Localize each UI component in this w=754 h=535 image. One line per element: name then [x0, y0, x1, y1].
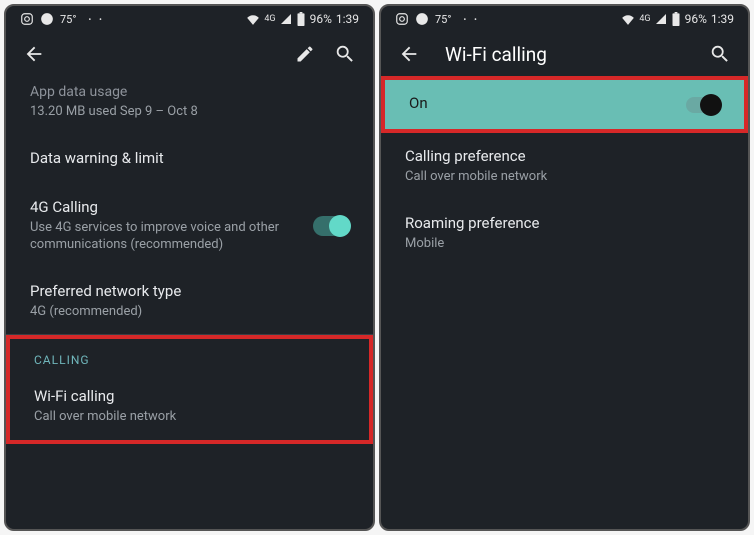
network-label: 4G	[264, 14, 275, 24]
battery-icon	[296, 12, 306, 26]
item-subtitle: Mobile	[405, 235, 724, 253]
item-subtitle: Call over mobile network	[405, 168, 724, 186]
wifi-icon	[621, 13, 635, 25]
4g-calling-item[interactable]: 4G Calling Use 4G services to improve vo…	[6, 184, 373, 268]
messenger-icon	[40, 12, 54, 26]
wifi-icon	[246, 13, 260, 25]
app-icon	[20, 12, 34, 26]
notification-dots: • •	[463, 15, 479, 24]
calling-preference-item[interactable]: Calling preference Call over mobile netw…	[381, 133, 748, 200]
notification-dots: • •	[88, 15, 104, 24]
item-title: Calling preference	[405, 147, 724, 165]
section-header-calling: CALLING	[10, 339, 369, 373]
item-title: App data usage	[30, 84, 349, 100]
search-icon[interactable]	[708, 42, 732, 66]
settings-list: App data usage 13.20 MB used Sep 9 – Oct…	[6, 76, 373, 529]
network-label: 4G	[639, 14, 650, 24]
item-title: 4G Calling	[30, 198, 313, 216]
item-title: Data warning & limit	[30, 149, 349, 167]
battery-icon	[671, 12, 681, 26]
item-subtitle: Use 4G services to improve voice and oth…	[30, 219, 313, 254]
toolbar: Wi-Fi calling	[381, 30, 748, 76]
clock: 1:39	[711, 12, 734, 26]
screenshot-left: 75° • • 4G 96% 1:39	[4, 4, 375, 531]
edit-icon[interactable]	[293, 42, 317, 66]
status-bar: 75° • • 4G 96% 1:39	[381, 6, 748, 30]
status-bar: 75° • • 4G 96% 1:39	[6, 6, 373, 30]
toolbar	[6, 30, 373, 76]
search-icon[interactable]	[333, 42, 357, 66]
item-title: Wi-Fi calling	[34, 387, 345, 405]
item-subtitle: 4G (recommended)	[30, 303, 349, 321]
network-type-item[interactable]: Preferred network type 4G (recommended)	[6, 268, 373, 335]
toggle-switch[interactable]	[313, 216, 349, 236]
wifi-calling-item[interactable]: Wi-Fi calling Call over mobile network	[10, 373, 369, 440]
temperature: 75°	[435, 13, 451, 26]
data-warning-item[interactable]: Data warning & limit	[6, 135, 373, 184]
highlight-box: On	[381, 76, 748, 133]
back-icon[interactable]	[397, 42, 421, 66]
item-subtitle: 13.20 MB used Sep 9 – Oct 8	[30, 103, 349, 121]
back-icon[interactable]	[22, 42, 46, 66]
item-title: On	[409, 94, 686, 112]
toggle-switch[interactable]	[686, 97, 720, 113]
wifi-calling-toggle-item[interactable]: On	[385, 80, 744, 129]
temperature: 75°	[60, 13, 76, 26]
item-title: Preferred network type	[30, 282, 349, 300]
item-subtitle: Call over mobile network	[34, 408, 345, 426]
messenger-icon	[415, 12, 429, 26]
roaming-preference-item[interactable]: Roaming preference Mobile	[381, 200, 748, 267]
data-usage-item[interactable]: App data usage 13.20 MB used Sep 9 – Oct…	[6, 76, 373, 135]
signal-icon	[655, 13, 667, 25]
clock: 1:39	[336, 12, 359, 26]
screenshot-right: 75° • • 4G 96% 1:39 Wi-Fi calling	[379, 4, 750, 531]
battery-percent: 96%	[685, 12, 707, 26]
highlight-box: CALLING Wi-Fi calling Call over mobile n…	[6, 335, 373, 444]
item-title: Roaming preference	[405, 214, 724, 232]
settings-list: On Calling preference Call over mobile n…	[381, 76, 748, 529]
battery-percent: 96%	[310, 12, 332, 26]
signal-icon	[280, 13, 292, 25]
page-title: Wi-Fi calling	[445, 43, 547, 66]
app-icon	[395, 12, 409, 26]
